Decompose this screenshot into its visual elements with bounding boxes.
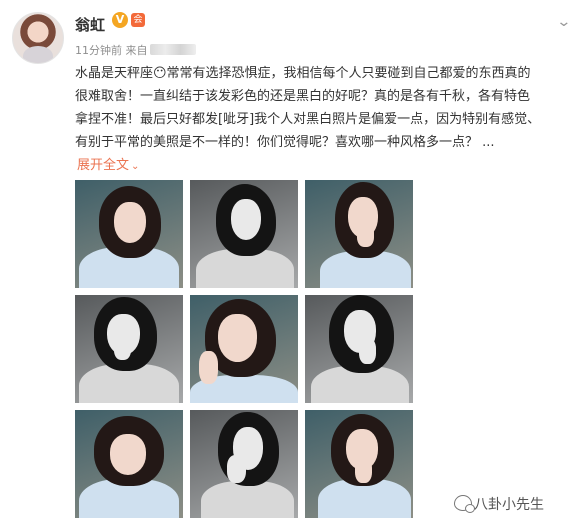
photo-hand <box>356 223 375 247</box>
verified-badge-icon: V <box>112 12 128 28</box>
photo-thumbnail[interactable] <box>75 180 183 288</box>
photo-hand <box>359 338 377 365</box>
chevron-down-icon[interactable]: ⌄ <box>556 14 571 30</box>
post-source: 来自 <box>125 44 148 57</box>
post-text: 水晶是天秤座😶常常有选择恐惧症，我相信每个人只要碰到自己都爱的东西真的 很难取舍… <box>75 66 541 150</box>
photo-hand <box>113 336 132 360</box>
wechat-icon <box>454 495 475 513</box>
photo-face <box>113 201 147 243</box>
photo-thumbnail[interactable] <box>190 180 298 288</box>
photo-hand <box>354 457 372 484</box>
chevron-down-icon: ⌄ <box>131 161 140 172</box>
photo-thumbnail[interactable] <box>190 410 298 518</box>
photo-thumbnail[interactable] <box>305 180 413 288</box>
member-badge-icon: 会 <box>131 13 145 27</box>
photo-grid <box>75 180 413 520</box>
photo-shirt <box>200 481 294 518</box>
post-meta: 11分钟前 来自 <box>75 42 196 58</box>
photo-face <box>109 433 147 475</box>
post-time: 11分钟前 <box>75 44 122 57</box>
expand-full-text-link[interactable]: 展开全文 ⌄ <box>77 154 139 173</box>
expand-label: 展开全文 <box>77 158 130 173</box>
avatar-shoulders <box>23 46 53 63</box>
photo-thumbnail[interactable] <box>305 295 413 403</box>
photo-thumbnail[interactable] <box>75 410 183 518</box>
photo-hand <box>226 455 247 484</box>
username[interactable]: 翁虹 <box>75 14 105 35</box>
photo-face <box>218 314 257 362</box>
photo-hand <box>198 351 219 384</box>
photo-thumbnail[interactable] <box>190 295 298 403</box>
watermark-text: 八卦小先生 <box>474 497 544 513</box>
blurred-source <box>149 44 196 55</box>
photo-thumbnail[interactable] <box>305 410 413 518</box>
photo-thumbnail[interactable] <box>75 295 183 403</box>
avatar[interactable] <box>12 12 64 64</box>
